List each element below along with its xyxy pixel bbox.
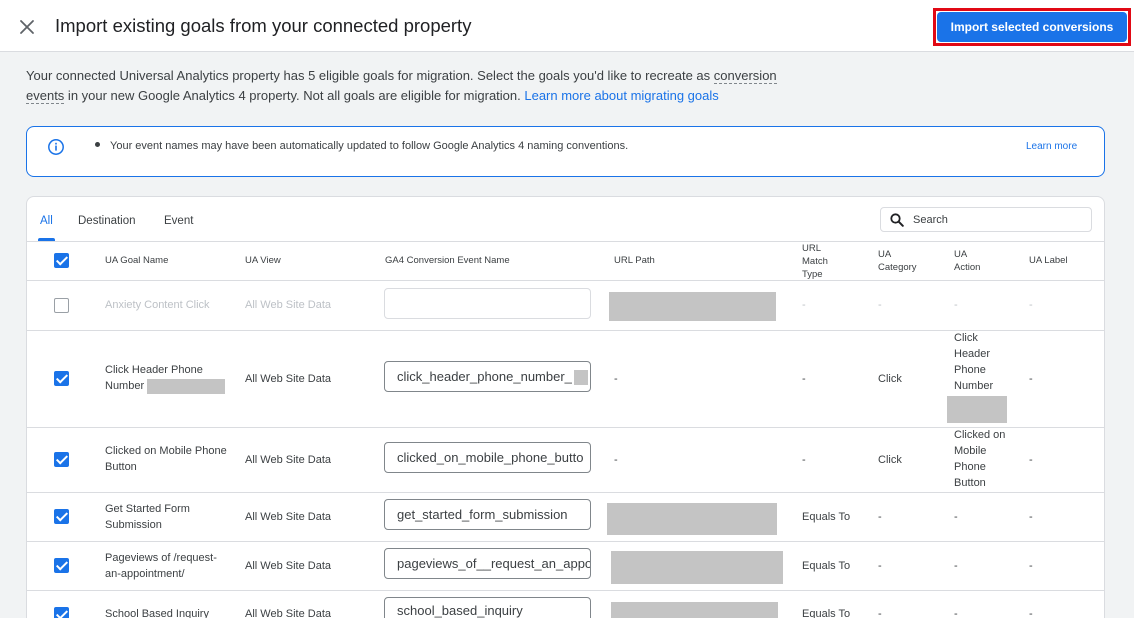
search-box[interactable] — [880, 207, 1092, 232]
redacted-url-path — [607, 503, 777, 535]
match-type: - — [802, 373, 806, 385]
label: - — [1029, 511, 1033, 523]
action: - — [954, 608, 958, 618]
divider — [27, 427, 1104, 428]
label: - — [1029, 608, 1033, 618]
conversion-term[interactable]: conversion — [713, 68, 777, 84]
divider — [27, 492, 1104, 493]
action: - — [954, 560, 958, 572]
view-name: All Web Site Data — [245, 299, 332, 311]
tab-destination[interactable]: Destination — [78, 215, 136, 227]
goal-name: Anxiety Content Click — [105, 299, 210, 311]
search-input[interactable] — [913, 211, 1083, 228]
migration-description: Your connected Universal Analytics prope… — [26, 68, 777, 104]
col-ua-action[interactable]: UA Action — [954, 248, 994, 274]
divider — [27, 541, 1104, 542]
view-name: All Web Site Data — [245, 511, 332, 523]
category: Click — [878, 454, 902, 466]
view-name: All Web Site Data — [245, 373, 332, 385]
label: - — [1029, 560, 1033, 572]
info-banner: Your event names may have been automatic… — [26, 126, 1105, 177]
learn-more-migrating-goals-link[interactable]: Learn more about migrating goals — [524, 88, 718, 103]
category: - — [878, 299, 882, 311]
row-checkbox[interactable] — [54, 452, 69, 467]
col-ga4-event-name[interactable]: GA4 Conversion Event Name — [385, 254, 510, 267]
action: Click Header Phone Number — [954, 332, 994, 392]
category: - — [878, 511, 882, 523]
goal-name: School Based Inquiry — [105, 608, 209, 618]
close-icon[interactable] — [16, 16, 38, 38]
row-checkbox[interactable] — [54, 298, 69, 313]
event-name-input[interactable]: clicked_on_mobile_phone_butto — [384, 442, 591, 473]
divider — [27, 330, 1104, 331]
col-ua-category[interactable]: UA Category — [878, 248, 926, 274]
view-name: All Web Site Data — [245, 454, 332, 466]
redacted-url-path — [611, 551, 783, 584]
dialog-header: Import existing goals from your connecte… — [0, 0, 1134, 52]
url-path: - — [614, 373, 618, 385]
label: - — [1029, 454, 1033, 466]
page-title: Import existing goals from your connecte… — [55, 15, 472, 36]
col-url-path[interactable]: URL Path — [614, 254, 655, 267]
col-url-match-type[interactable]: URL Match Type — [802, 242, 844, 281]
view-name: All Web Site Data — [245, 608, 332, 618]
bullet — [95, 142, 100, 147]
divider — [27, 590, 1104, 591]
select-all-checkbox[interactable] — [54, 253, 69, 268]
import-selected-conversions-button[interactable]: Import selected conversions — [937, 12, 1127, 42]
tab-event[interactable]: Event — [164, 215, 193, 227]
match-type: - — [802, 299, 806, 311]
goal-name: Pageviews of /request-an-appointment/ — [105, 552, 217, 580]
row-checkbox[interactable] — [54, 371, 69, 386]
info-learn-more-link[interactable]: Learn more — [1026, 141, 1077, 152]
match-type: Equals To — [802, 560, 851, 572]
label: - — [1029, 373, 1033, 385]
info-icon — [48, 139, 64, 155]
redacted-action — [947, 396, 1007, 423]
col-ua-goal-name[interactable]: UA Goal Name — [105, 254, 168, 267]
divider — [27, 241, 1104, 242]
event-name-input[interactable]: pageviews_of__request_an_appo — [384, 548, 591, 579]
col-ua-view[interactable]: UA View — [245, 254, 281, 267]
goal-name: Click Header Phone Number — [105, 362, 230, 394]
col-ua-label[interactable]: UA Label — [1029, 254, 1068, 267]
redacted-url-path — [611, 602, 778, 618]
event-name-input[interactable] — [384, 288, 591, 319]
goal-name: Get Started Form Submission — [105, 503, 190, 531]
category: - — [878, 560, 882, 572]
goals-table-card: All Destination Event UA Goal Name UA Vi… — [26, 196, 1105, 618]
action: - — [954, 299, 958, 311]
match-type: - — [802, 454, 806, 466]
tab-all[interactable]: All — [40, 215, 53, 227]
view-name: All Web Site Data — [245, 560, 332, 572]
action: Clicked on Mobile Phone Button — [954, 429, 1006, 489]
redacted-url-path — [609, 292, 776, 321]
goal-name: Clicked on Mobile Phone Button — [105, 445, 227, 473]
events-term[interactable]: events — [26, 88, 65, 104]
action: - — [954, 511, 958, 523]
row-checkbox[interactable] — [54, 558, 69, 573]
info-text: Your event names may have been automatic… — [110, 140, 629, 152]
category: Click — [878, 373, 902, 385]
divider — [27, 280, 1104, 281]
event-name-input[interactable]: school_based_inquiry — [384, 597, 591, 618]
label: - — [1029, 299, 1033, 311]
row-checkbox[interactable] — [54, 607, 69, 618]
event-name-input[interactable]: click_header_phone_number_ — [384, 361, 591, 392]
url-path: - — [614, 454, 618, 466]
match-type: Equals To — [802, 608, 851, 618]
match-type: Equals To — [802, 511, 851, 523]
event-name-input[interactable]: get_started_form_submission — [384, 499, 591, 530]
category: - — [878, 608, 882, 618]
row-checkbox[interactable] — [54, 509, 69, 524]
redacted-text — [147, 378, 226, 394]
search-icon — [890, 213, 904, 227]
redacted-text — [573, 370, 588, 386]
